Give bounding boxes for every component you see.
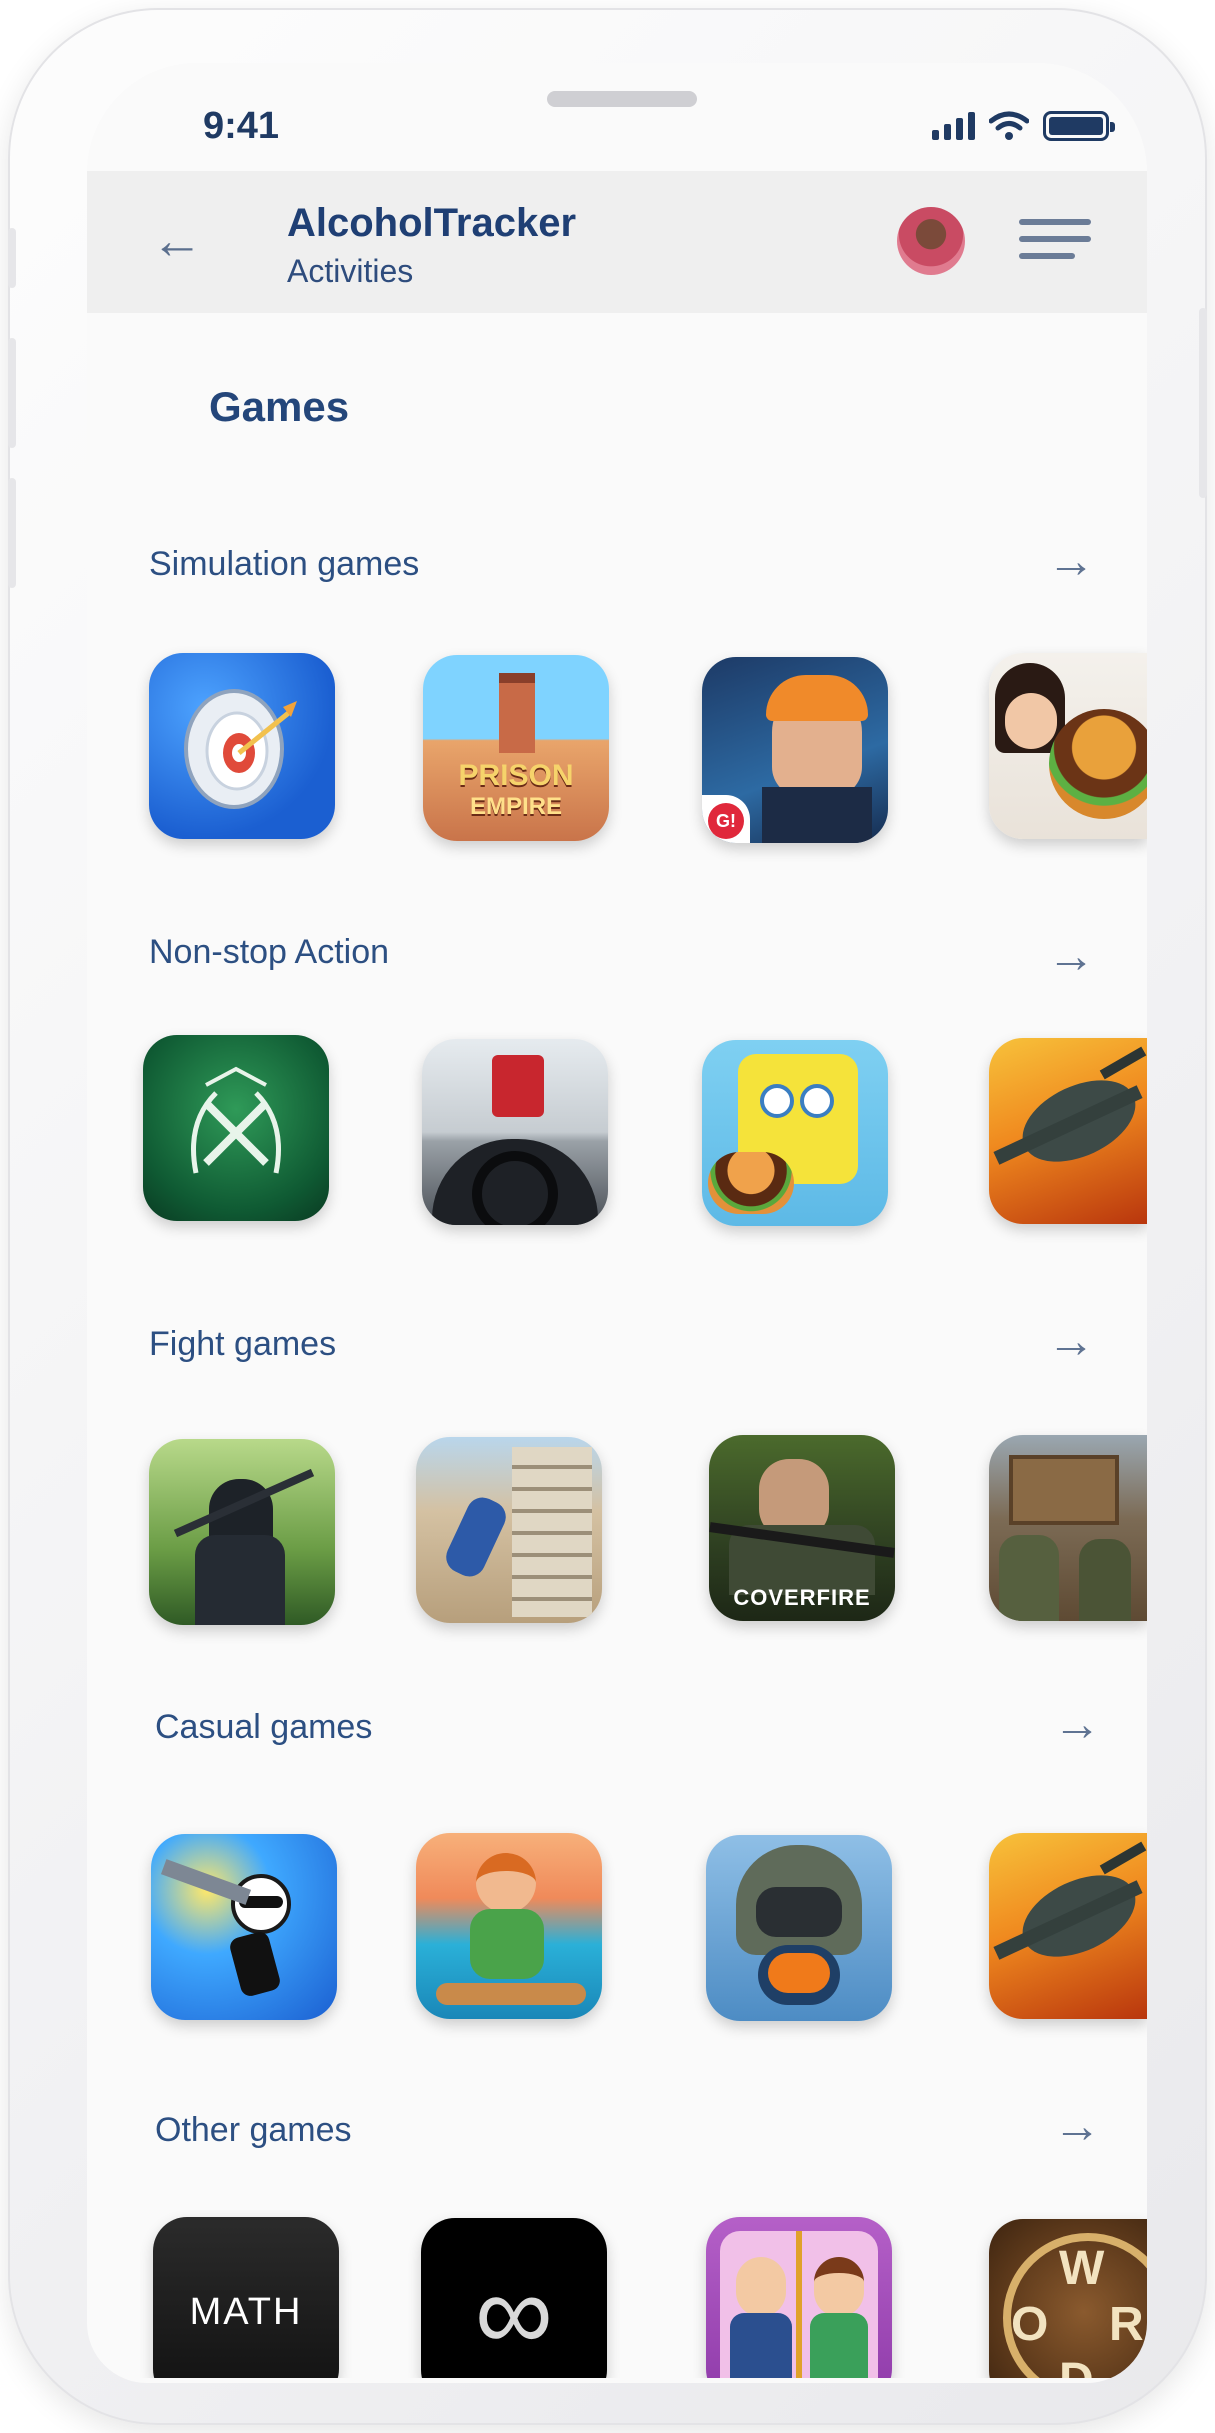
game-tile-stickman-shooter[interactable] [151, 1834, 337, 2020]
game-tile-coverfire[interactable]: COVERFIRE [709, 1435, 895, 1621]
speaker-notch [547, 91, 697, 107]
non-stop-action-more-arrow-icon[interactable]: → [1047, 933, 1095, 981]
word-letter-d: D [1059, 2353, 1094, 2378]
game-tile-math[interactable]: MATH [153, 2217, 339, 2378]
game-tile-burger-chef[interactable] [989, 653, 1147, 839]
wifi-icon [989, 111, 1029, 140]
back-arrow-icon[interactable]: ← [147, 211, 207, 271]
word-letter-r: R [1109, 2298, 1144, 2351]
casual-games-more-arrow-icon[interactable]: → [1053, 1701, 1101, 1749]
word-letter-o: O [1011, 2298, 1049, 2351]
section-title-simulation: Simulation games [149, 545, 420, 583]
cellular-signal-icon [932, 112, 975, 140]
app-title: AlcoholTracker [287, 201, 577, 245]
app-header: ← AlcoholTracker Activities [87, 171, 1147, 313]
game-tile-infinity[interactable]: ∞ [421, 2218, 607, 2378]
game-tile-city-hero[interactable] [416, 1437, 602, 1623]
fight-games-more-arrow-icon[interactable]: → [1047, 1318, 1095, 1366]
side-button-power [1199, 308, 1207, 498]
game-tile-archery[interactable] [149, 653, 335, 839]
status-time: 9:41 [203, 105, 280, 147]
game-tile-spongebob[interactable] [702, 1040, 888, 1226]
game-tile-ninja[interactable] [149, 1439, 335, 1625]
game-tile-surfer-hero[interactable] [416, 1833, 602, 2019]
game-tile-strategy-laurel[interactable] [143, 1035, 329, 1221]
game-tile-warplane[interactable] [989, 1038, 1147, 1224]
prison-title-line2: EMPIRE [469, 793, 562, 820]
section-title-casual-games: Casual games [155, 1708, 373, 1746]
status-icons [932, 111, 1115, 141]
math-logo: MATH [189, 2291, 303, 2333]
phone-screen: 9:41 ← AlcoholTracker Activities Games S… [87, 63, 1147, 2383]
side-button-volume-down [8, 478, 16, 588]
section-title-non-stop-action: Non-stop Action [149, 933, 390, 971]
game-tile-truck-driving[interactable] [422, 1039, 608, 1225]
game-tile-prison-empire[interactable]: PRISON EMPIRE [423, 655, 609, 841]
section-title-other-games: Other games [155, 2111, 352, 2149]
g-badge: G! [708, 803, 744, 839]
game-tile-love-pins[interactable] [706, 2217, 892, 2378]
coverfire-logo: COVERFIRE [733, 1585, 871, 1610]
app-subtitle: Activities [287, 253, 414, 289]
word-letter-w: W [1059, 2242, 1105, 2295]
section-title-fight-games: Fight games [149, 1325, 337, 1363]
game-tile-word[interactable]: W O R D [989, 2219, 1147, 2378]
prison-title-line1: PRISON [458, 759, 574, 792]
simulation-more-arrow-icon[interactable]: → [1047, 538, 1095, 586]
game-tile-city-builder[interactable]: G! [702, 657, 888, 843]
user-avatar[interactable] [897, 207, 965, 275]
side-button-volume-up [8, 338, 16, 448]
laurel-swords-icon [191, 1066, 281, 1174]
battery-icon [1043, 111, 1115, 141]
page-heading: Games [209, 383, 350, 430]
side-button-mute [8, 228, 16, 288]
game-tile-warplane-2[interactable] [989, 1833, 1147, 2019]
game-tile-fighter-pilot[interactable] [706, 1835, 892, 2021]
target-icon [184, 689, 297, 809]
status-bar: 9:41 [87, 63, 1147, 171]
other-games-more-arrow-icon[interactable]: → [1053, 2103, 1101, 2151]
infinity-logo: ∞ [474, 2251, 554, 2374]
game-tile-soldier-fort[interactable] [989, 1435, 1147, 1621]
hamburger-menu-icon[interactable] [1019, 219, 1091, 263]
phone-frame: 9:41 ← AlcoholTracker Activities Games S… [8, 8, 1207, 2425]
